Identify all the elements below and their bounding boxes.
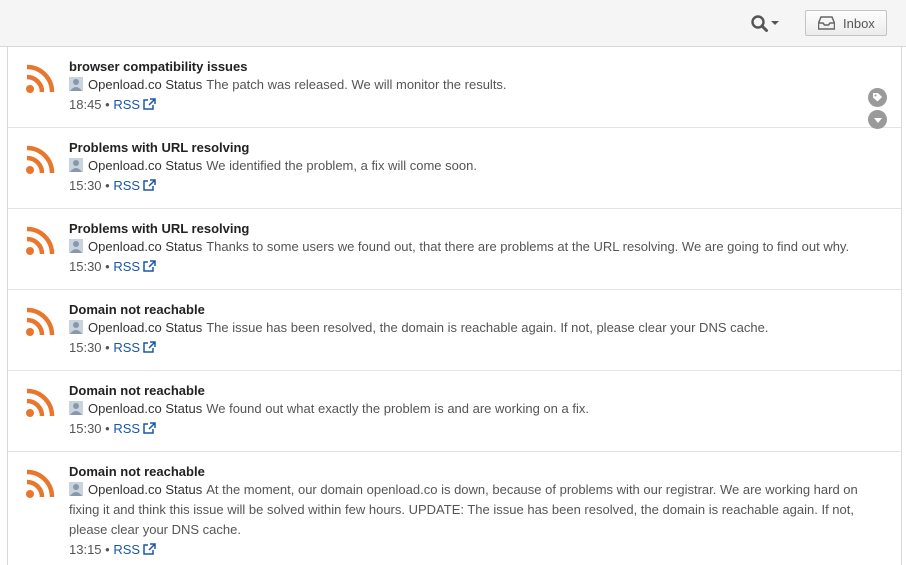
top-toolbar: Inbox [0,0,906,47]
user-avatar-icon [69,401,83,415]
external-link-icon[interactable] [143,98,156,110]
external-link-icon[interactable] [143,260,156,272]
search-dropdown-button[interactable] [750,12,782,34]
feed-item-text: We found out what exactly the problem is… [206,401,589,416]
feed-item-title[interactable]: Problems with URL resolving [69,139,863,156]
feed-item-title[interactable]: browser compatibility issues [69,58,863,75]
external-link-icon[interactable] [143,422,156,434]
inbox-label: Inbox [843,15,875,31]
item-actions [868,88,888,132]
rss-icon [26,469,55,498]
feed-item-source-link[interactable]: RSS [113,542,140,557]
feed-item-source-link[interactable]: RSS [113,421,140,436]
feed-item-meta: 15:30 • RSS [69,257,863,277]
external-link-icon[interactable] [143,543,156,555]
feed-item-time: 15:30 [69,259,102,274]
feed-item-time: 15:30 [69,340,102,355]
feed-item[interactable]: Problems with URL resolving Openload.co … [8,128,901,209]
feed-list: browser compatibility issues Openload.co… [7,47,902,565]
feed-item-author: Openload.co Status [88,239,203,254]
feed-item-author: Openload.co Status [88,482,203,497]
feed-item-meta: 15:30 • RSS [69,419,863,439]
feed-item[interactable]: Domain not reachable Openload.co Status A… [8,452,901,565]
feed-item-time: 18:45 [69,97,102,112]
feed-item-source-link[interactable]: RSS [113,97,140,112]
feed-item[interactable]: Domain not reachable Openload.co Status T… [8,290,901,371]
feed-item[interactable]: Problems with URL resolving Openload.co … [8,209,901,290]
more-options-button[interactable] [868,110,887,129]
feed-item-title[interactable]: Domain not reachable [69,463,871,480]
user-avatar-icon [69,320,83,334]
feed-item-message: Openload.co Status The patch was released… [69,75,863,95]
feed-item-author: Openload.co Status [88,401,203,416]
tag-button[interactable] [868,88,887,107]
search-icon [751,15,779,32]
rss-icon [26,64,55,93]
feed-item-source-link[interactable]: RSS [113,340,140,355]
feed-item-content: browser compatibility issues Openload.co… [69,58,863,115]
feed-item-content: Problems with URL resolving Openload.co … [69,220,863,277]
feed-item-content: Problems with URL resolving Openload.co … [69,139,863,196]
user-avatar-icon [69,482,83,496]
feed-item-meta: 13:15 • RSS [69,540,871,560]
feed-item-author: Openload.co Status [88,77,203,92]
chevron-down-icon [873,117,882,123]
feed-item[interactable]: Domain not reachable Openload.co Status W… [8,371,901,452]
feed-item-text: Thanks to some users we found out, that … [206,239,850,254]
rss-icon [26,388,55,417]
feed-item-message: Openload.co Status The issue has been res… [69,318,863,338]
feed-item-content: Domain not reachable Openload.co Status A… [69,463,871,560]
inbox-button[interactable]: Inbox [805,10,887,36]
feed-item-time: 15:30 [69,178,102,193]
feed-item[interactable]: browser compatibility issues Openload.co… [8,47,901,128]
feed-item-message: Openload.co Status We identified the prob… [69,156,863,176]
feed-item-content: Domain not reachable Openload.co Status T… [69,301,863,358]
inbox-icon [818,16,835,30]
rss-icon [26,145,55,174]
rss-icon [26,226,55,255]
feed-item-meta: 18:45 • RSS [69,95,863,115]
feed-item-source-link[interactable]: RSS [113,259,140,274]
tag-icon [873,93,882,102]
feed-item-meta: 15:30 • RSS [69,338,863,358]
feed-item-message: Openload.co Status We found out what exac… [69,399,863,419]
caret-down-icon [771,21,779,25]
feed-item-text: The patch was released. We will monitor … [206,77,507,92]
feed-item-text: The issue has been resolved, the domain … [206,320,769,335]
feed-item-title[interactable]: Domain not reachable [69,382,863,399]
external-link-icon[interactable] [143,179,156,191]
feed-item-title[interactable]: Domain not reachable [69,301,863,318]
user-avatar-icon [69,77,83,91]
feed-item-title[interactable]: Problems with URL resolving [69,220,863,237]
feed-item-author: Openload.co Status [88,320,203,335]
rss-icon [26,307,55,336]
user-avatar-icon [69,239,83,253]
feed-item-time: 15:30 [69,421,102,436]
feed-item-author: Openload.co Status [88,158,203,173]
feed-item-message: Openload.co Status Thanks to some users w… [69,237,863,257]
feed-item-source-link[interactable]: RSS [113,178,140,193]
feed-item-time: 13:15 [69,542,102,557]
user-avatar-icon [69,158,83,172]
feed-item-meta: 15:30 • RSS [69,176,863,196]
external-link-icon[interactable] [143,341,156,353]
feed-item-text: We identified the problem, a fix will co… [206,158,477,173]
feed-item-message: Openload.co Status At the moment, our dom… [69,480,871,540]
feed-item-content: Domain not reachable Openload.co Status W… [69,382,863,439]
